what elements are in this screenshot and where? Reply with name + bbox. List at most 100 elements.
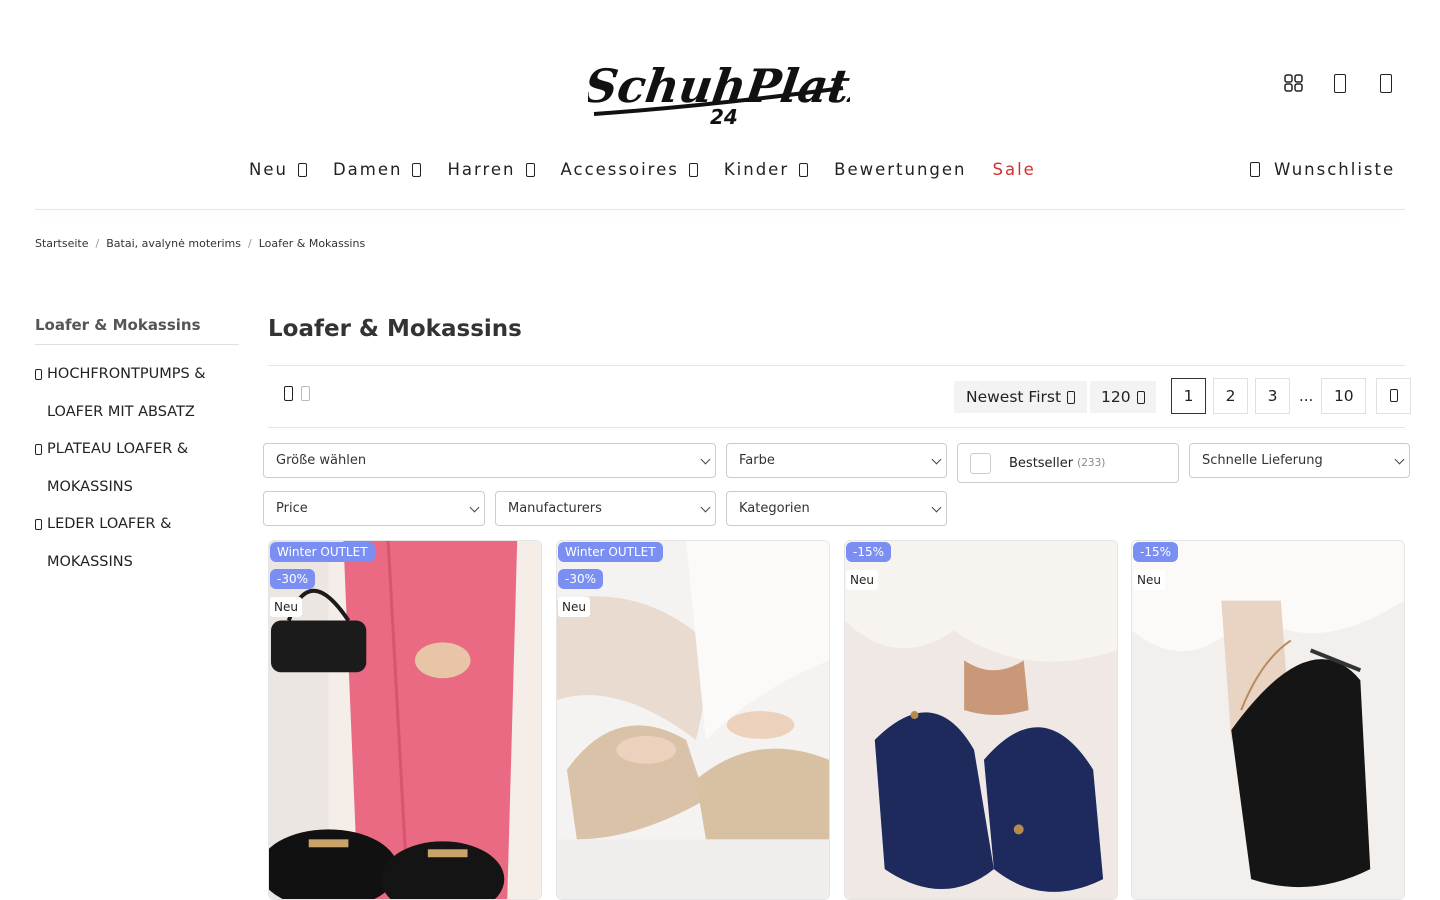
discount-badge: -30% — [270, 569, 316, 589]
new-badge: Neu — [558, 597, 590, 617]
nav-item-accessoires[interactable]: Accessoires — [561, 160, 698, 179]
chevron-down-icon — [469, 502, 480, 513]
sort-label: Newest First — [966, 388, 1062, 406]
page-button-2[interactable]: 2 — [1213, 378, 1248, 414]
nav-item-harren[interactable]: Harren — [447, 160, 535, 179]
view-toggles — [284, 386, 310, 401]
bestseller-filter[interactable]: Bestseller (233) — [957, 443, 1179, 483]
wishlist-link[interactable]: Wunschliste — [1250, 160, 1395, 179]
new-badge: Neu — [270, 597, 302, 617]
page-ellipsis: ... — [1299, 387, 1314, 405]
sidebar-item-leder[interactable]: LEDER LOAFER & MOKASSINS — [35, 506, 235, 581]
sidebar-item-label: PLATEAU LOAFER & MOKASSINS — [47, 441, 189, 495]
chevron-down-icon — [297, 162, 307, 177]
delivery-filter-label: Schnelle Lieferung — [1202, 453, 1323, 468]
breadcrumb-item-home[interactable]: Startseite — [35, 237, 89, 250]
next-page-button[interactable] — [1376, 378, 1412, 414]
manufacturers-filter[interactable]: Manufacturers — [495, 491, 716, 526]
discount-badge: -30% — [558, 569, 604, 589]
grid-icon[interactable] — [1284, 74, 1304, 98]
chevron-right-icon — [35, 369, 42, 380]
categories-filter-label: Kategorien — [739, 501, 810, 516]
wishlist-label: Wunschliste — [1274, 160, 1396, 179]
list-view-icon[interactable] — [301, 386, 310, 401]
nav-label: Sale — [992, 160, 1036, 179]
sidebar-item-label: HOCHFRONTPUMPS & LOAFER MIT ABSATZ — [47, 366, 206, 420]
title-divider — [268, 365, 1405, 366]
chevron-down-icon — [1067, 390, 1076, 404]
chevron-right-icon — [35, 444, 42, 455]
product-badges: Winter OUTLET -30% Neu — [270, 542, 375, 624]
color-filter[interactable]: Farbe — [726, 443, 947, 478]
product-card[interactable]: Winter OUTLET -30% Neu — [556, 540, 830, 900]
chevron-right-icon — [35, 519, 42, 530]
product-badges: Winter OUTLET -30% Neu — [558, 542, 663, 624]
nav-item-sale[interactable]: Sale — [993, 160, 1036, 179]
discount-badge: -15% — [1133, 542, 1179, 562]
product-card[interactable]: -15% Neu — [844, 540, 1118, 900]
breadcrumb-item-current: Loafer & Mokassins — [258, 237, 366, 250]
logo-wordmark: SchuhPlatz 24 — [581, 59, 881, 129]
pagination-divider — [268, 427, 1405, 428]
chevron-down-icon — [700, 454, 711, 465]
product-card[interactable]: -15% Neu — [1131, 540, 1405, 900]
chevron-down-icon — [931, 502, 942, 513]
bestseller-checkbox[interactable] — [970, 452, 991, 474]
product-badges: -15% Neu — [1133, 542, 1179, 597]
product-card[interactable]: Winter OUTLET -30% Neu — [268, 540, 542, 900]
nav-divider — [35, 209, 1405, 210]
sidebar-category-list: HOCHFRONTPUMPS & LOAFER MIT ABSATZ PLATE… — [35, 356, 235, 581]
page-button-1[interactable]: 1 — [1171, 378, 1206, 414]
nav-item-kinder[interactable]: Kinder — [723, 160, 809, 179]
header-icons — [1284, 74, 1396, 98]
outlet-badge: Winter OUTLET — [558, 542, 663, 562]
size-filter[interactable]: Größe wählen — [263, 443, 716, 478]
sidebar-title: Loafer & Mokassins — [35, 316, 239, 345]
nav-item-damen[interactable]: Damen — [333, 160, 422, 179]
discount-badge: -15% — [846, 542, 892, 562]
nav-label: Accessoires — [560, 160, 679, 179]
chevron-down-icon — [799, 162, 809, 177]
price-filter[interactable]: Price — [263, 491, 485, 526]
color-filter-label: Farbe — [739, 453, 775, 468]
per-page-select[interactable]: 120 — [1090, 381, 1156, 413]
chevron-right-icon — [1389, 389, 1398, 402]
chevron-down-icon — [412, 162, 422, 177]
nav-label: Harren — [447, 160, 516, 179]
nav-item-bewertungen[interactable]: Bewertungen — [834, 160, 966, 179]
user-icon[interactable] — [1330, 74, 1350, 98]
chevron-down-icon — [1394, 454, 1405, 465]
page-button-3[interactable]: 3 — [1255, 378, 1290, 414]
grid-view-icon[interactable] — [284, 386, 293, 401]
per-page-label: 120 — [1101, 388, 1131, 406]
pagination: 1 2 3 ... 10 — [1171, 378, 1418, 414]
chevron-down-icon — [688, 162, 698, 177]
manufacturers-filter-label: Manufacturers — [508, 501, 602, 516]
main-nav: Neu Damen Harren Accessoires Kinder Bewe… — [249, 160, 1062, 179]
delivery-filter[interactable]: Schnelle Lieferung — [1189, 443, 1410, 478]
sidebar-item-plateau[interactable]: PLATEAU LOAFER & MOKASSINS — [35, 431, 235, 506]
outlet-badge: Winter OUTLET — [270, 542, 375, 562]
categories-filter[interactable]: Kategorien — [726, 491, 947, 526]
nav-label: Bewertungen — [834, 160, 967, 179]
page-button-10[interactable]: 10 — [1321, 378, 1367, 414]
chevron-down-icon — [931, 454, 942, 465]
new-badge: Neu — [1133, 570, 1165, 590]
nav-label: Damen — [332, 160, 403, 179]
cart-icon[interactable] — [1376, 74, 1396, 98]
breadcrumb-separator: / — [95, 237, 100, 250]
breadcrumb: Startseite / Batai, avalynė moterims / L… — [35, 237, 365, 250]
bestseller-count: (233) — [1077, 457, 1106, 469]
nav-item-neu[interactable]: Neu — [249, 160, 307, 179]
breadcrumb-separator: / — [247, 237, 252, 250]
logo[interactable]: SchuhPlatz 24 — [581, 48, 881, 129]
sidebar-item-label: LEDER LOAFER & MOKASSINS — [47, 516, 172, 570]
breadcrumb-item-category[interactable]: Batai, avalynė moterims — [106, 237, 241, 250]
nav-label: Kinder — [723, 160, 790, 179]
svg-text:24: 24 — [710, 105, 738, 128]
sidebar-item-hochfrontpumps[interactable]: HOCHFRONTPUMPS & LOAFER MIT ABSATZ — [35, 356, 235, 431]
bestseller-label: Bestseller — [1009, 455, 1074, 471]
chevron-down-icon — [700, 502, 711, 513]
chevron-down-icon — [1136, 390, 1145, 404]
sort-select[interactable]: Newest First — [954, 381, 1088, 413]
